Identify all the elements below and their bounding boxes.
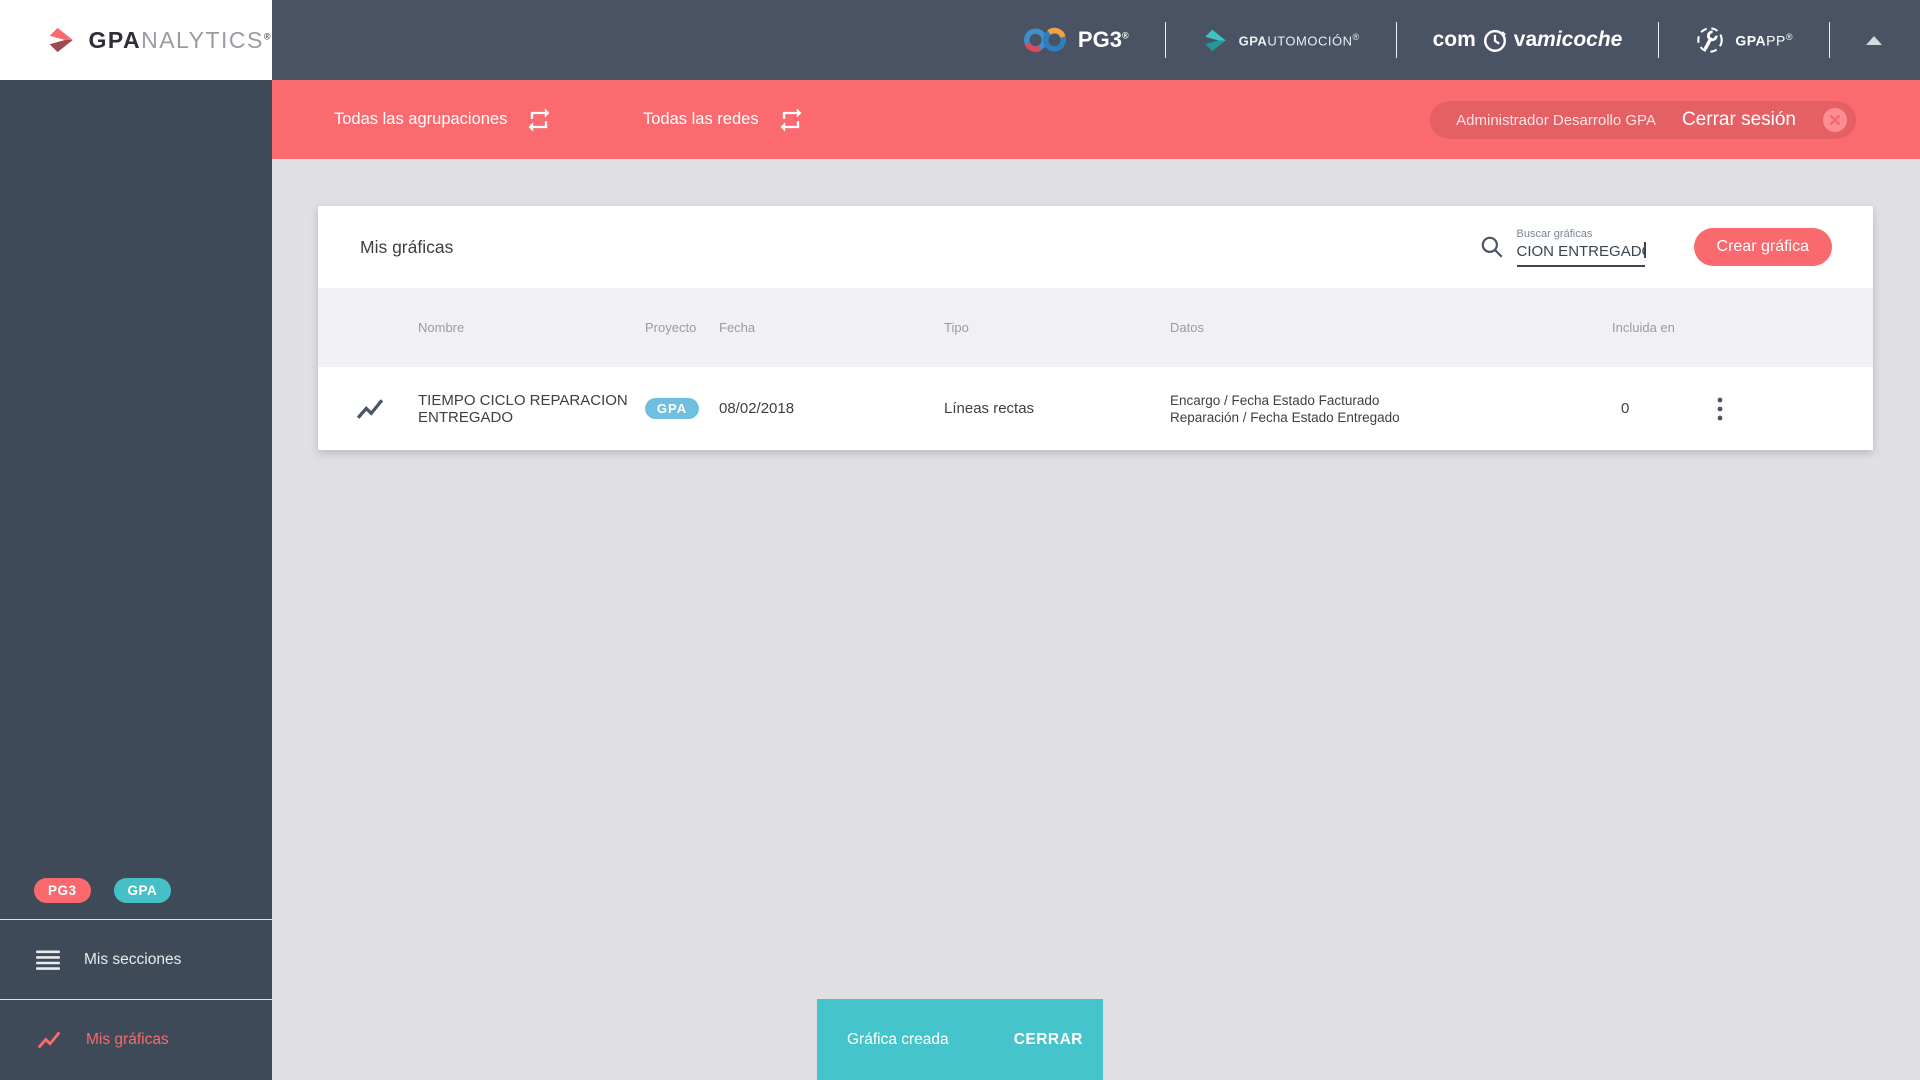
brand-strip: PG3® GPAUTOMOCIÓN® com vamicoche GPAPP® xyxy=(1022,0,1882,80)
chart-line-icon xyxy=(37,1031,61,1049)
create-chart-button[interactable]: Crear gráfica xyxy=(1693,228,1832,266)
repeat-icon[interactable] xyxy=(777,106,805,134)
brand-separator xyxy=(1829,22,1830,58)
kebab-icon xyxy=(1717,397,1723,420)
table-row[interactable]: TIEMPO CICLO REPARACION ENTREGADO GPA 08… xyxy=(318,367,1873,450)
col-header-fecha: Fecha xyxy=(719,320,756,335)
brand-gpautomocion[interactable]: GPAUTOMOCIÓN® xyxy=(1202,27,1360,54)
sidebar-badges: PG3 GPA xyxy=(34,878,272,903)
clock-icon xyxy=(1483,29,1506,52)
sidebar: PG3 GPA Mis secciones Mis gráficas xyxy=(0,80,272,1080)
search-input-wrap: Buscar gráficas xyxy=(1516,227,1646,267)
sidebar-item-mis-secciones[interactable]: Mis secciones xyxy=(0,919,272,999)
toast-close-button[interactable]: CERRAR xyxy=(1008,1030,1089,1050)
gpa-arrow-icon xyxy=(49,27,73,53)
col-header-datos: Datos xyxy=(1170,320,1204,335)
sidebar-item-label: Mis secciones xyxy=(84,950,182,968)
logout-button[interactable]: Cerrar sesión xyxy=(1682,109,1796,131)
col-header-proyecto: Proyecto xyxy=(645,320,697,335)
included-count: 0 xyxy=(1621,400,1630,417)
collapse-chevron-icon[interactable] xyxy=(1866,35,1882,45)
sidebar-item-mis-graficas[interactable]: Mis gráficas xyxy=(0,999,272,1080)
topbar: GPANALYTICS® PG3® GPAUTOMOCIÓN® com vami… xyxy=(0,0,1920,80)
gpautomocion-arrow-icon xyxy=(1204,29,1226,51)
col-header-nombre: Nombre xyxy=(418,320,465,335)
chart-name: TIEMPO CICLO REPARACION ENTREGADO xyxy=(418,391,628,426)
row-menu-button[interactable] xyxy=(1704,397,1873,421)
filter-agrupaciones[interactable]: Todas las agrupaciones xyxy=(334,80,553,159)
main-area: Mis gráficas Buscar gráficas Crear gráfi… xyxy=(272,159,1920,1080)
menu-icon xyxy=(36,950,60,970)
chart-date: 08/02/2018 xyxy=(719,400,795,417)
user-name: Administrador Desarrollo GPA xyxy=(1456,111,1656,129)
col-header-incluida-en: Incluida en xyxy=(1612,320,1675,335)
page-title: Mis gráficas xyxy=(360,236,454,257)
brand-gpapp[interactable]: GPAPP® xyxy=(1695,25,1793,55)
repeat-icon[interactable] xyxy=(525,106,553,134)
brand-pg3[interactable]: PG3® xyxy=(1022,25,1129,55)
brand-logo-gpanalytics[interactable]: GPANALYTICS® xyxy=(0,0,272,80)
pg3-infinity-icon xyxy=(1023,27,1066,52)
content-card: Mis gráficas Buscar gráficas Crear gráfi… xyxy=(318,206,1873,450)
chart-line-icon xyxy=(356,398,384,419)
search-area: Buscar gráficas Crear gráfica xyxy=(1479,228,1873,267)
search-icon[interactable] xyxy=(1479,234,1505,260)
sidebar-badge-gpa[interactable]: GPA xyxy=(113,878,172,903)
filter-redes[interactable]: Todas las redes xyxy=(643,80,805,159)
user-session-pill: Administrador Desarrollo GPA Cerrar sesi… xyxy=(1430,101,1856,139)
filter-agrupaciones-label: Todas las agrupaciones xyxy=(334,110,508,128)
sidebar-badge-pg3[interactable]: PG3 xyxy=(34,878,91,903)
brand-compravamicoche[interactable]: com vamicoche xyxy=(1433,26,1622,54)
sidebar-item-label: Mis gráficas xyxy=(86,1031,169,1048)
close-circle-icon[interactable] xyxy=(1822,107,1848,133)
project-badge: GPA xyxy=(645,398,699,419)
chart-type: Líneas rectas xyxy=(944,400,1035,417)
chart-data-fields: Encargo / Fecha Estado Facturado Reparac… xyxy=(1170,392,1400,425)
card-header: Mis gráficas Buscar gráficas Crear gráfi… xyxy=(318,206,1873,288)
text-caret xyxy=(1643,241,1646,258)
filter-redes-label: Todas las redes xyxy=(643,110,759,128)
brand-separator xyxy=(1164,22,1166,58)
filter-bar: Todas las agrupaciones Todas las redes A… xyxy=(272,80,1920,159)
brand-separator xyxy=(1395,22,1397,58)
logo-text: GPANALYTICS® xyxy=(88,26,272,53)
gpapp-wrench-icon xyxy=(1697,27,1724,53)
col-header-tipo: Tipo xyxy=(944,320,969,335)
toast: Gráfica creada CERRAR xyxy=(817,999,1103,1080)
sidebar-bottom: PG3 GPA Mis secciones Mis gráficas xyxy=(0,878,272,1080)
search-input[interactable] xyxy=(1516,242,1645,265)
toast-message: Gráfica creada xyxy=(847,1030,949,1048)
brand-separator xyxy=(1658,22,1660,58)
table-header: Nombre Proyecto Fecha Tipo Datos Incluid… xyxy=(318,288,1873,367)
search-label: Buscar gráficas xyxy=(1516,227,1593,240)
